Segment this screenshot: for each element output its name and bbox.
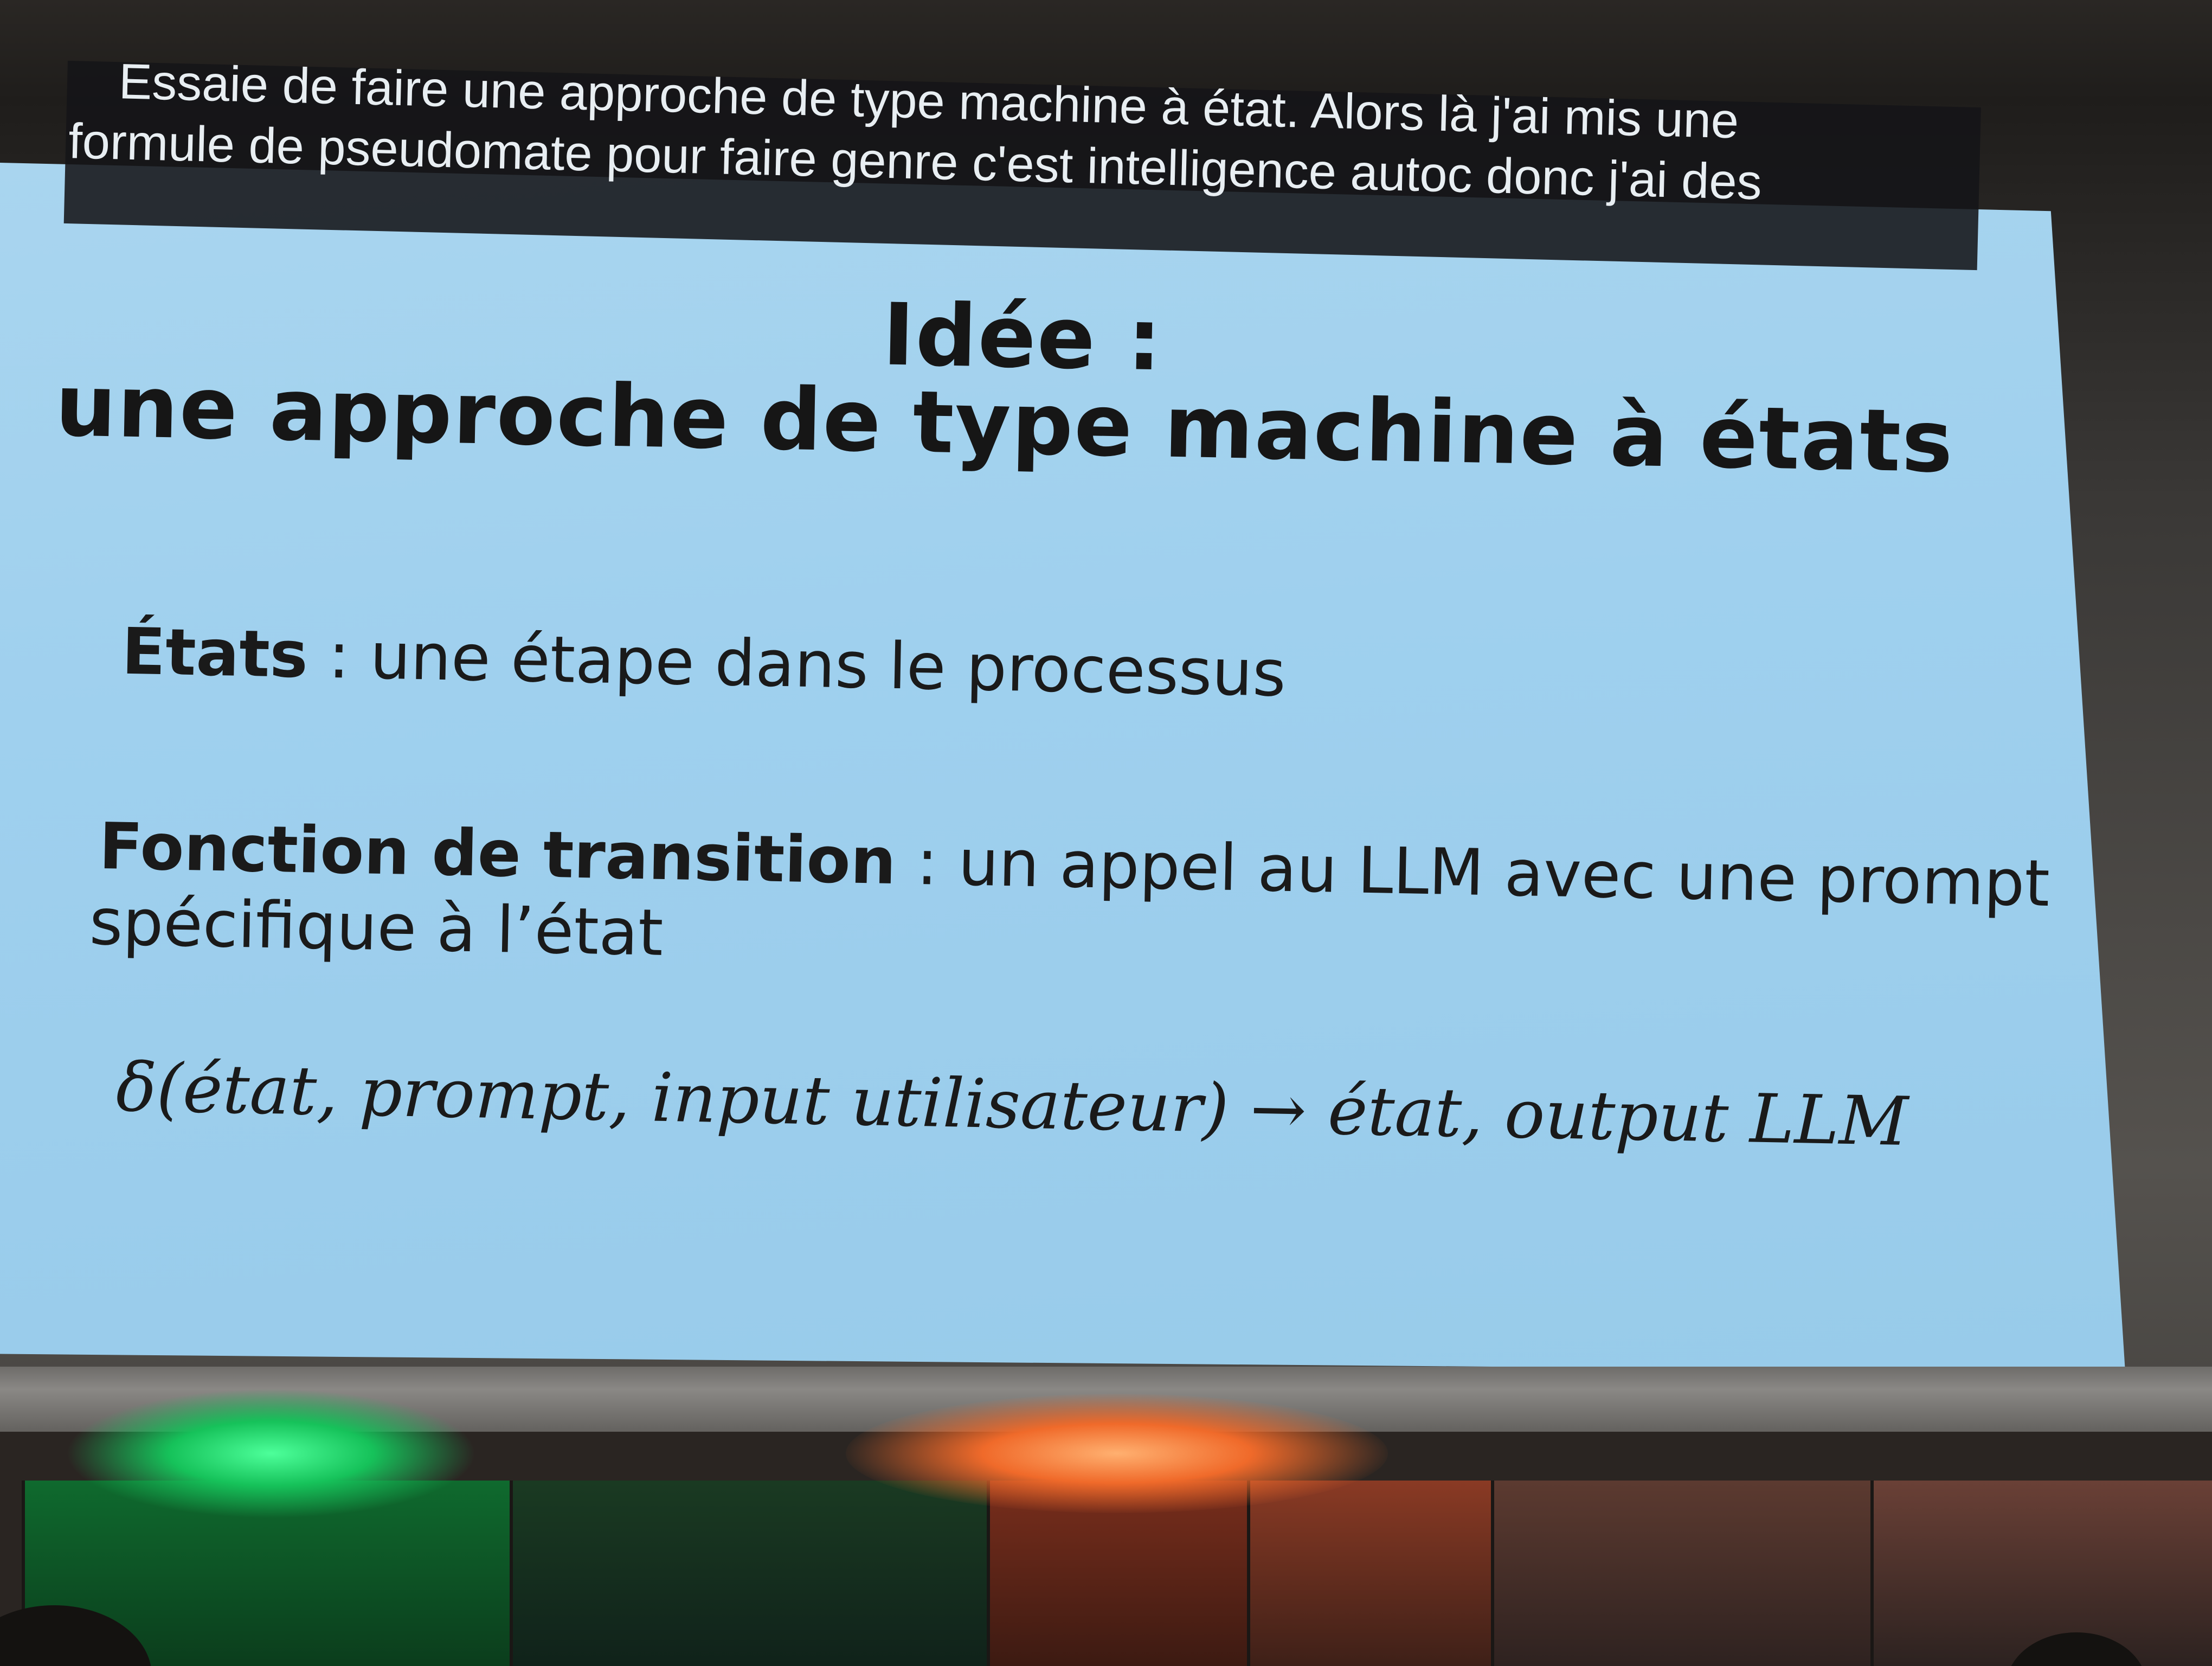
- item-text: un appel au LLM avec une prompt: [957, 825, 2050, 921]
- item-term: États: [121, 613, 309, 693]
- item-text: une étape dans le processus: [369, 618, 1287, 711]
- wall-panel: [510, 1481, 990, 1666]
- item-separator: :: [307, 617, 371, 694]
- green-stage-light: [65, 1388, 477, 1518]
- slide-item-states: États : une étape dans le processus: [121, 613, 1287, 712]
- item-separator: :: [895, 824, 959, 900]
- orange-stage-light: [846, 1394, 1388, 1513]
- item-term: Fonction de transition: [98, 808, 897, 899]
- slide-item-transition-continuation: spécifique à l’état: [88, 884, 664, 970]
- wall-panel: [1491, 1481, 1874, 1666]
- wall-panel: [1247, 1481, 1494, 1666]
- photo-scene: Idée : une approche de type machine à ét…: [0, 0, 2212, 1666]
- wall-panel: [1870, 1481, 2212, 1666]
- transition-formula: δ(état, prompt, input utilisateur) → éta…: [115, 1048, 1909, 1162]
